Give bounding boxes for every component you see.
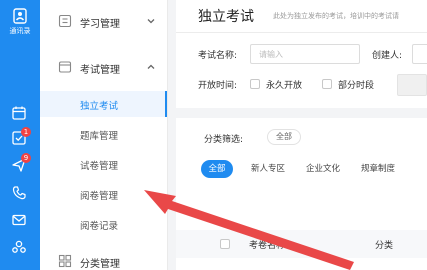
sidebar-group-learning[interactable]: 学习管理 (40, 9, 168, 35)
list-card: 分类筛选: 全部 全部 新人专区 企业文化 规章制度 考卷名称 分类 (176, 118, 427, 270)
partial-time-label: 部分时段 (338, 81, 375, 91)
icon-rail: 通讯录 1 9 (0, 0, 40, 270)
tab-new-hire[interactable]: 新人专区 (243, 160, 293, 178)
sidebar-item-grading-records[interactable]: 阅卷记录 (40, 211, 167, 237)
table-header: 考卷名称 分类 (176, 230, 427, 258)
sidebar-item-label: 阅卷管理 (80, 191, 119, 202)
category-grid-icon (58, 254, 72, 268)
tab-rules[interactable]: 规章制度 (353, 160, 403, 178)
category-all-tag[interactable]: 全部 (267, 129, 301, 145)
sidebar-item-label: 试卷管理 (80, 161, 119, 172)
chevron-up-icon (147, 64, 155, 69)
sidebar-item-label: 题库管理 (80, 131, 119, 142)
permanent-open-label: 永久开放 (266, 81, 303, 91)
contacts-nav[interactable]: 通讯录 (0, 8, 40, 36)
sidebar-item-standalone-exam[interactable]: 独立考试 (40, 91, 167, 117)
chevron-down-icon (147, 19, 155, 24)
category-filter-label: 分类筛选: (204, 135, 244, 145)
sidebar-item-question-bank[interactable]: 题库管理 (40, 121, 167, 147)
exam-name-label: 考试名称: (198, 51, 238, 61)
divider (176, 32, 427, 33)
phone-icon[interactable] (11, 185, 27, 201)
learning-icon (58, 14, 72, 28)
sidebar-group-label: 考试管理 (80, 65, 120, 76)
sidebar-item-label: 阅卷记录 (80, 221, 119, 232)
exam-name-input[interactable]: 请输入 (250, 44, 360, 64)
task-badge: 1 (21, 127, 31, 137)
column-exam-name: 考卷名称 (249, 241, 286, 251)
main-content: 独立考试 此处为独立发布的考试，培训中的考试请 考试名称: 请输入 创建人: 开… (168, 0, 427, 270)
tab-all[interactable]: 全部 (201, 160, 233, 178)
creator-input[interactable] (412, 44, 427, 64)
sidebar-group-label: 分类管理 (80, 259, 120, 270)
sidebar-item-paper-management[interactable]: 试卷管理 (40, 151, 167, 177)
sidebar-item-label: 独立考试 (80, 101, 119, 112)
exam-icon (58, 61, 72, 73)
contacts-label: 通讯录 (9, 27, 31, 35)
calendar-icon[interactable] (11, 105, 27, 121)
sidebar-group-category[interactable]: 分类管理 (40, 249, 168, 270)
sidebar-group-exam[interactable]: 考试管理 (40, 55, 168, 81)
message-badge: 9 (21, 153, 31, 163)
column-category: 分类 (375, 241, 394, 251)
contacts-icon (13, 8, 27, 24)
sidebar-item-grading-management[interactable]: 阅卷管理 (40, 181, 167, 207)
date-picker-button[interactable] (397, 74, 427, 96)
page-subtitle: 此处为独立发布的考试，培训中的考试请 (273, 12, 399, 20)
app-window: 通讯录 1 9 学习管理 考试管理 独立考试 题库管理 试卷管理 阅卷管理 阅卷… (0, 0, 427, 270)
open-time-label: 开放时间: (198, 81, 238, 91)
select-all-checkbox[interactable] (220, 239, 230, 249)
mail-icon[interactable] (11, 212, 27, 228)
tab-corporate-culture[interactable]: 企业文化 (298, 160, 348, 178)
filter-card: 独立考试 此处为独立发布的考试，培训中的考试请 考试名称: 请输入 创建人: 开… (176, 0, 427, 108)
partial-time-checkbox[interactable] (322, 79, 332, 89)
permanent-open-checkbox[interactable] (250, 79, 260, 89)
page-title: 独立考试 (198, 9, 254, 25)
sidebar: 学习管理 考试管理 独立考试 题库管理 试卷管理 阅卷管理 阅卷记录 分类管理 (40, 0, 168, 270)
exam-name-placeholder: 请输入 (259, 50, 283, 59)
sidebar-group-label: 学习管理 (80, 19, 120, 30)
creator-label: 创建人: (372, 51, 403, 61)
team-icon[interactable] (11, 239, 27, 255)
